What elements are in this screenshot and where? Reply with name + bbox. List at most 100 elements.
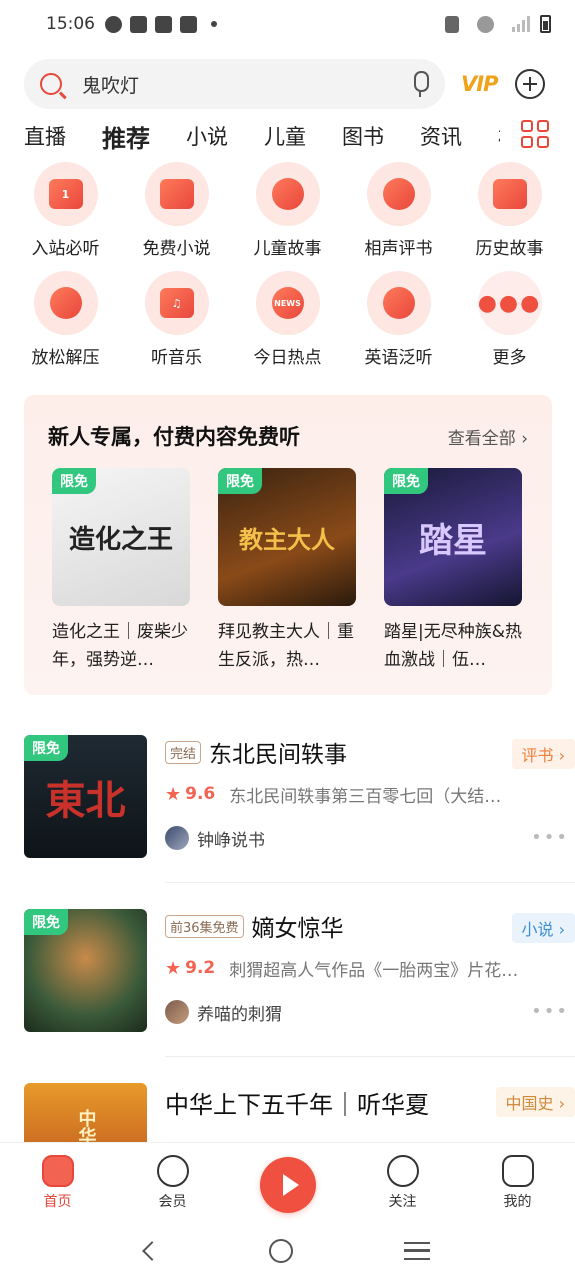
book-title: 造化之王｜废柴少年，强势逆…: [52, 622, 188, 670]
category-tabs: 直播 推荐 小说 儿童 图书 资讯 相: [0, 114, 575, 158]
nav-home[interactable]: 首页: [0, 1143, 115, 1222]
notification-dot-icon: [211, 21, 217, 27]
promo-book[interactable]: 教主大人 限免 拜见教主大人｜重生反派，热…: [218, 468, 356, 674]
search-icon: [40, 73, 62, 95]
book-cover: 踏星 限免: [384, 468, 522, 606]
author-name[interactable]: 养喵的刺猬: [197, 1000, 282, 1025]
book-cover: 造化之王 限免: [52, 468, 190, 606]
search-row: VIP: [24, 58, 554, 110]
episode-description: 刺猬超高人气作品《一胎两宝》片花…: [229, 960, 519, 981]
new-user-promo-card: 新人专属，付费内容免费听 查看全部 造化之王 限免 造化之王｜废柴少年，强势逆……: [24, 395, 552, 695]
vibrate-icon: [445, 15, 459, 33]
book-title: 东北民间轶事: [209, 742, 348, 768]
check-icon: [105, 15, 122, 33]
tab-news[interactable]: 资讯: [420, 121, 462, 151]
category-grid: 1 入站必听 免费小说 儿童故事 相声评书 历史故事 放松解压 ♫ 听音乐 NEWS…: [10, 162, 565, 368]
status-bar: 15:06: [0, 0, 575, 48]
rating-score: 9.2: [185, 958, 216, 978]
category-item[interactable]: 相声评书: [343, 162, 454, 259]
back-icon[interactable]: [142, 1241, 163, 1261]
book-icon: [159, 179, 194, 209]
genre-tag[interactable]: 小说: [511, 913, 575, 943]
free-badge: 限免: [24, 909, 68, 935]
duck-icon: [271, 178, 304, 210]
tab-novel[interactable]: 小说: [186, 121, 228, 151]
mail-icon: [130, 15, 147, 33]
book-cover: 教主大人 限免: [218, 468, 356, 606]
fan-icon: [382, 178, 415, 210]
free-badge: 限免: [24, 735, 68, 761]
view-all-link[interactable]: 查看全部: [448, 424, 528, 449]
promo-book[interactable]: 造化之王 限免 造化之王｜废柴少年，强势逆…: [52, 468, 190, 674]
category-item[interactable]: ♫ 听音乐: [121, 271, 232, 368]
nav-profile[interactable]: 我的: [460, 1143, 575, 1222]
more-options-icon[interactable]: •••: [531, 1001, 569, 1022]
vip-button[interactable]: VIP: [461, 72, 498, 96]
book-title: 拜见教主大人｜重生反派，热…: [218, 622, 354, 670]
category-item[interactable]: 1 入站必听: [10, 162, 121, 259]
microphone-icon[interactable]: [411, 71, 429, 97]
status-badge: 完结: [165, 740, 202, 764]
category-item[interactable]: 免费小说: [121, 162, 232, 259]
tab-live[interactable]: 直播: [24, 121, 66, 151]
podium-icon: 1: [48, 179, 83, 209]
app-icon: [155, 15, 172, 33]
more-dots-icon: ●●●: [477, 290, 542, 316]
author-name[interactable]: 钟峥说书: [197, 826, 265, 851]
genre-tag[interactable]: 评书: [511, 739, 575, 769]
book-title: 中华上下五千年｜听华夏: [165, 1091, 429, 1119]
free-badge: 限免: [218, 468, 262, 494]
cart-icon: [492, 179, 527, 209]
bottom-nav: 首页 会员 关注 我的: [0, 1142, 575, 1222]
add-icon[interactable]: [515, 69, 546, 99]
battery-icon: [540, 15, 551, 33]
play-icon: [259, 1157, 316, 1213]
all-categories-grid-icon[interactable]: [521, 120, 549, 148]
tab-more-partial[interactable]: 相: [498, 121, 500, 151]
genre-tag[interactable]: 中国史: [495, 1087, 575, 1117]
promo-title: 新人专属，付费内容免费听: [48, 425, 300, 449]
promo-book[interactable]: 踏星 限免 踏星|无尽种族&热血激战｜伍…: [384, 468, 522, 674]
status-time: 15:06: [46, 14, 95, 34]
category-item[interactable]: ●●● 更多: [454, 271, 565, 368]
more-options-icon[interactable]: •••: [531, 827, 569, 848]
vip-diamond-icon: [156, 1155, 189, 1187]
headset-icon: [382, 287, 415, 319]
rating-score: 9.6: [185, 784, 216, 804]
avatar: [165, 1000, 189, 1024]
star-face-icon: [501, 1155, 534, 1187]
avatar: [165, 826, 189, 850]
compass-icon: [386, 1155, 419, 1187]
home-icon: [41, 1155, 74, 1187]
wifi-icon: [477, 15, 494, 33]
signal-icon: [512, 16, 530, 32]
system-nav-bar: [0, 1222, 575, 1280]
category-item[interactable]: 儿童故事: [232, 162, 343, 259]
star-icon: ★: [165, 783, 182, 805]
tab-children[interactable]: 儿童: [264, 121, 306, 151]
tab-books[interactable]: 图书: [342, 121, 384, 151]
category-item[interactable]: 英语泛听: [343, 271, 454, 368]
category-item[interactable]: NEWS 今日热点: [232, 271, 343, 368]
search-input[interactable]: [82, 73, 411, 95]
nav-vip[interactable]: 会员: [115, 1143, 230, 1222]
status-badge: 前36集免费: [165, 914, 244, 938]
list-item[interactable]: 東北 限免 完结 东北民间轶事 评书 ★ 9.6 东北民间轶事第三百零七回（大结…: [24, 735, 575, 909]
tab-recommend[interactable]: 推荐: [102, 119, 150, 154]
category-item[interactable]: 放松解压: [10, 271, 121, 368]
nav-follow[interactable]: 关注: [345, 1143, 460, 1222]
recent-apps-icon[interactable]: [403, 1242, 430, 1260]
news-icon: NEWS: [271, 287, 304, 319]
music-note-icon: ♫: [159, 288, 194, 318]
star-icon: ★: [165, 957, 182, 979]
nav-play[interactable]: [230, 1143, 345, 1222]
list-item[interactable]: 限免 前36集免费 嫡女惊华 小说 ★ 9.2 刺猬超高人气作品《一胎两宝》片花…: [24, 909, 575, 1083]
category-item[interactable]: 历史故事: [454, 162, 565, 259]
search-bar[interactable]: [24, 59, 445, 109]
free-badge: 限免: [384, 468, 428, 494]
moon-icon: [49, 287, 82, 319]
free-badge: 限免: [52, 468, 96, 494]
book-title: 嫡女惊华: [251, 916, 344, 942]
book-title: 踏星|无尽种族&热血激战｜伍…: [384, 622, 522, 670]
home-circle-icon[interactable]: [269, 1239, 294, 1263]
